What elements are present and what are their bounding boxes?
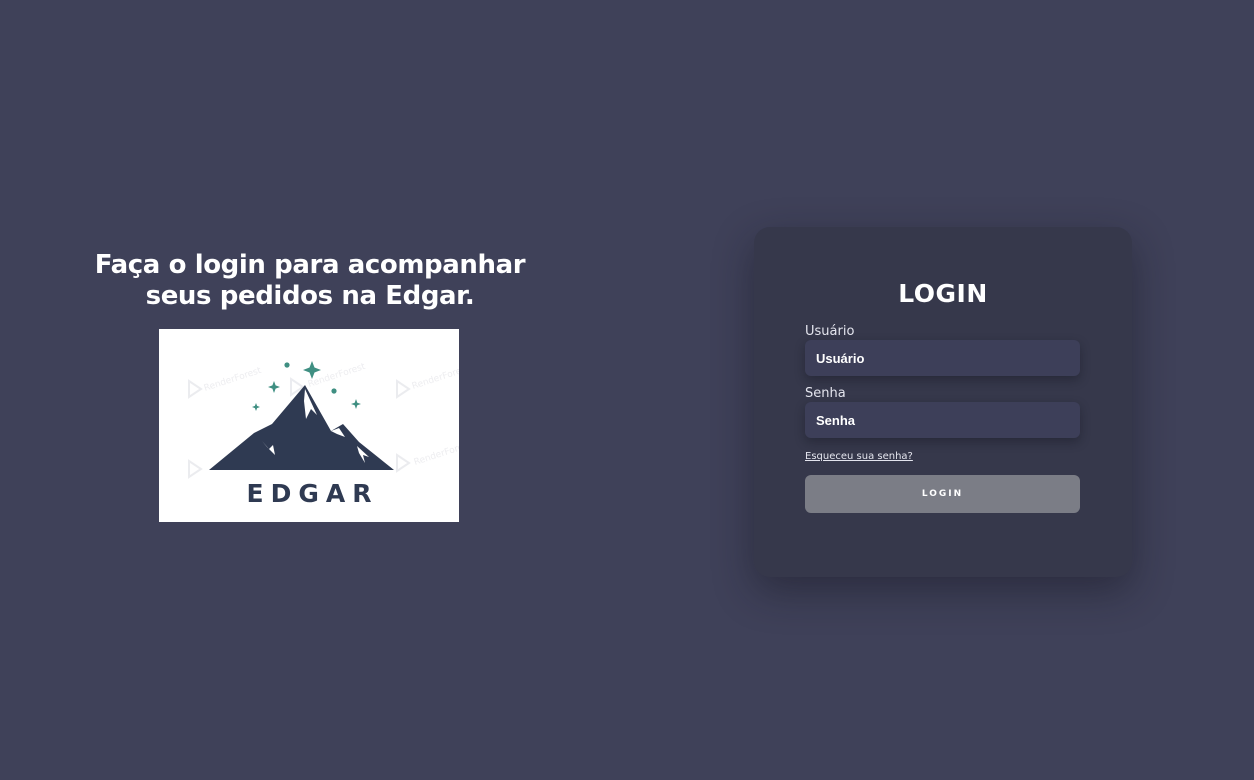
watermark-text: RenderForest bbox=[203, 366, 263, 394]
hero-title: Faça o login para acompanhar seus pedido… bbox=[40, 250, 580, 312]
login-button[interactable]: LOGIN bbox=[805, 475, 1080, 513]
password-input[interactable] bbox=[805, 402, 1080, 438]
login-card: LOGIN Usuário Senha Esqueceu sua senha? … bbox=[754, 227, 1132, 577]
login-page: Faça o login para acompanhar seus pedido… bbox=[0, 0, 1254, 780]
hero-title-line1: Faça o login para acompanhar bbox=[94, 250, 526, 280]
hero-section: Faça o login para acompanhar seus pedido… bbox=[40, 250, 580, 522]
edgar-logo: RenderForest RenderForest RenderForest R… bbox=[159, 329, 459, 522]
hero-title-line2: seus pedidos na Edgar. bbox=[145, 281, 475, 311]
username-label: Usuário bbox=[805, 324, 855, 339]
login-title: LOGIN bbox=[898, 279, 988, 308]
watermark-text: RenderForest bbox=[411, 364, 459, 392]
username-input[interactable] bbox=[805, 340, 1080, 376]
watermark-text: RenderForest bbox=[413, 440, 459, 468]
watermark-text: RenderForest bbox=[307, 362, 367, 390]
forgot-password-link[interactable]: Esqueceu sua senha? bbox=[805, 451, 913, 462]
logo-wordmark: EDGAR bbox=[246, 479, 379, 508]
password-label: Senha bbox=[805, 386, 846, 401]
